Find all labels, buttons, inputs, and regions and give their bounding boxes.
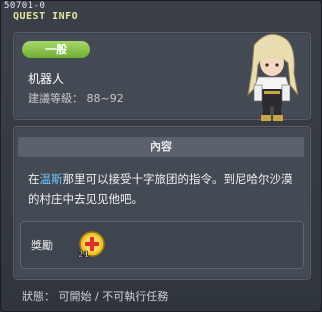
- reward-item[interactable]: 21: [77, 230, 105, 259]
- npc-link[interactable]: 温斯: [40, 172, 63, 186]
- desc-suffix: 那里可以接受十字旅团的指令。到尼哈尔沙漠的村庄中去见见他吧。: [28, 172, 293, 206]
- desc-prefix: 在: [28, 172, 40, 186]
- quest-category-badge: 一般: [22, 41, 90, 58]
- quest-summary-panel: 一般 机器人 建議等級： 88~92: [13, 32, 311, 121]
- first-aid-kit-icon: 21: [78, 231, 105, 259]
- quest-status: 狀態： 可開始 / 不可執行任務: [22, 290, 169, 303]
- recommended-level: 建議等級： 88~92: [28, 92, 124, 105]
- content-heading: 內容: [18, 137, 304, 157]
- quest-id: 50701-0: [4, 1, 46, 11]
- reward-box: 獎勵 21: [20, 221, 304, 269]
- reward-count: 21: [78, 250, 90, 258]
- npc-portrait: [247, 33, 299, 121]
- window-title: QUEST INFO: [13, 11, 79, 22]
- quest-name: 机器人: [28, 72, 65, 86]
- quest-description: 在温斯那里可以接受十字旅团的指令。到尼哈尔沙漠的村庄中去见见他吧。: [28, 169, 300, 209]
- quest-content-panel: 內容 在温斯那里可以接受十字旅团的指令。到尼哈尔沙漠的村庄中去见见他吧。 獎勵 …: [13, 126, 311, 280]
- quest-info-window: 50701-0 QUEST INFO 一般 机器人 建議等級： 88~92 內容…: [0, 0, 322, 312]
- reward-label: 獎勵: [31, 239, 53, 252]
